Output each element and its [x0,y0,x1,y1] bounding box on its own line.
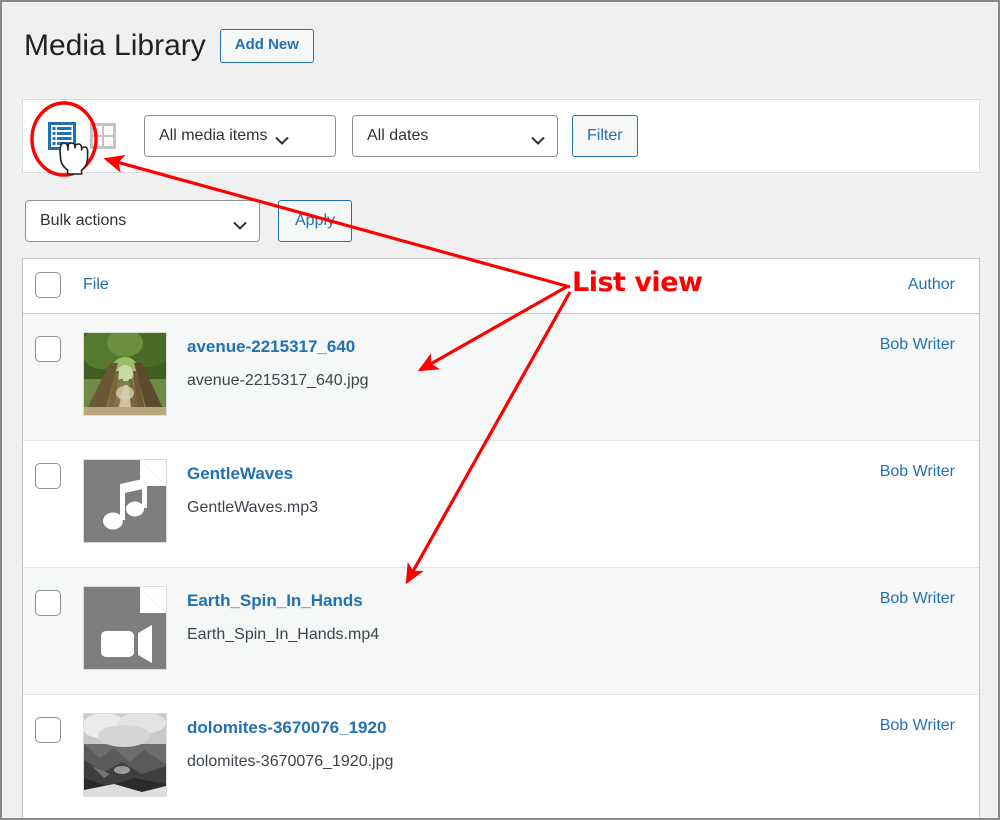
column-header-file[interactable]: File [83,259,819,314]
thumbnail-video-file-icon[interactable] [83,585,167,670]
row-checkbox-cell [23,567,83,694]
row-author-link[interactable]: Bob Writer [819,313,979,440]
row-checkbox[interactable] [35,335,61,362]
bulk-actions-select[interactable]: Bulk actions [25,200,260,242]
thumbnail-avenue-image[interactable] [83,331,167,416]
file-title-link[interactable]: avenue-2215317_640 [187,336,369,358]
file-title-link[interactable]: GentleWaves [187,463,318,485]
date-filter-value: All dates [367,127,429,144]
row-checkbox[interactable] [35,716,61,743]
page-header: Media Library Add New [24,28,314,64]
file-name-text: GentleWaves.mp3 [187,498,319,516]
table-body: avenue-2215317_640 avenue-2215317_640.jp… [23,313,979,818]
annotation-label-list-view: List view [572,267,703,298]
bulk-actions-value: Bulk actions [40,212,127,229]
row-author-link[interactable]: Bob Writer [819,694,979,818]
column-header-author[interactable]: Author [819,259,979,314]
media-list-table: File Author avenue-2215317_640 avenue-22… [22,258,980,818]
thumbnail-dolomites-image[interactable] [83,712,167,797]
table-row[interactable]: dolomites-3670076_1920 dolomites-3670076… [23,694,979,818]
row-file-cell: Earth_Spin_In_Hands Earth_Spin_In_Hands.… [83,567,819,694]
row-checkbox-cell [23,313,83,440]
file-name-text: dolomites-3670076_1920.jpg [187,752,394,770]
file-title-link[interactable]: Earth_Spin_In_Hands [187,590,379,612]
select-all-checkbox[interactable] [35,272,61,298]
file-name-text: Earth_Spin_In_Hands.mp4 [187,625,380,643]
page-title: Media Library [24,29,206,62]
row-author-link[interactable]: Bob Writer [819,567,979,694]
media-type-filter-value: All media items [159,127,268,144]
table-row[interactable]: Earth_Spin_In_Hands Earth_Spin_In_Hands.… [23,567,979,694]
grid-view-icon[interactable] [86,119,120,153]
media-type-filter-select[interactable]: All media items [144,115,336,157]
row-author-link[interactable]: Bob Writer [819,440,979,567]
chevron-down-icon [275,132,290,145]
file-title-link[interactable]: dolomites-3670076_1920 [187,717,393,739]
row-file-cell: avenue-2215317_640 avenue-2215317_640.jp… [83,313,819,440]
table-row[interactable]: GentleWaves GentleWaves.mp3 Bob Writer [23,440,979,567]
filter-button[interactable]: Filter [572,115,638,157]
view-mode-switcher [45,119,120,153]
chevron-down-icon [233,217,247,230]
row-checkbox[interactable] [35,589,61,616]
media-toolbar: All media items All dates Filter [22,99,980,173]
table-row[interactable]: avenue-2215317_640 avenue-2215317_640.jp… [23,313,979,440]
bulk-actions-bar: Bulk actions Apply [22,186,980,256]
table-header-row: File Author [23,259,979,314]
list-view-icon[interactable] [45,119,79,153]
date-filter-select[interactable]: All dates [352,115,558,157]
chevron-down-icon [531,132,545,145]
row-file-cell: GentleWaves GentleWaves.mp3 [83,440,819,567]
add-new-button[interactable]: Add New [219,29,314,63]
screenshot-root: Media Library Add New All media items Al… [0,0,1000,820]
row-file-cell: dolomites-3670076_1920 dolomites-3670076… [83,694,819,818]
row-checkbox-cell [23,694,83,818]
thumbnail-audio-file-icon[interactable] [83,458,167,543]
file-name-text: avenue-2215317_640.jpg [187,371,369,389]
row-checkbox[interactable] [35,462,61,489]
apply-button[interactable]: Apply [278,200,353,242]
row-checkbox-cell [23,440,83,567]
select-all-header [23,259,83,314]
